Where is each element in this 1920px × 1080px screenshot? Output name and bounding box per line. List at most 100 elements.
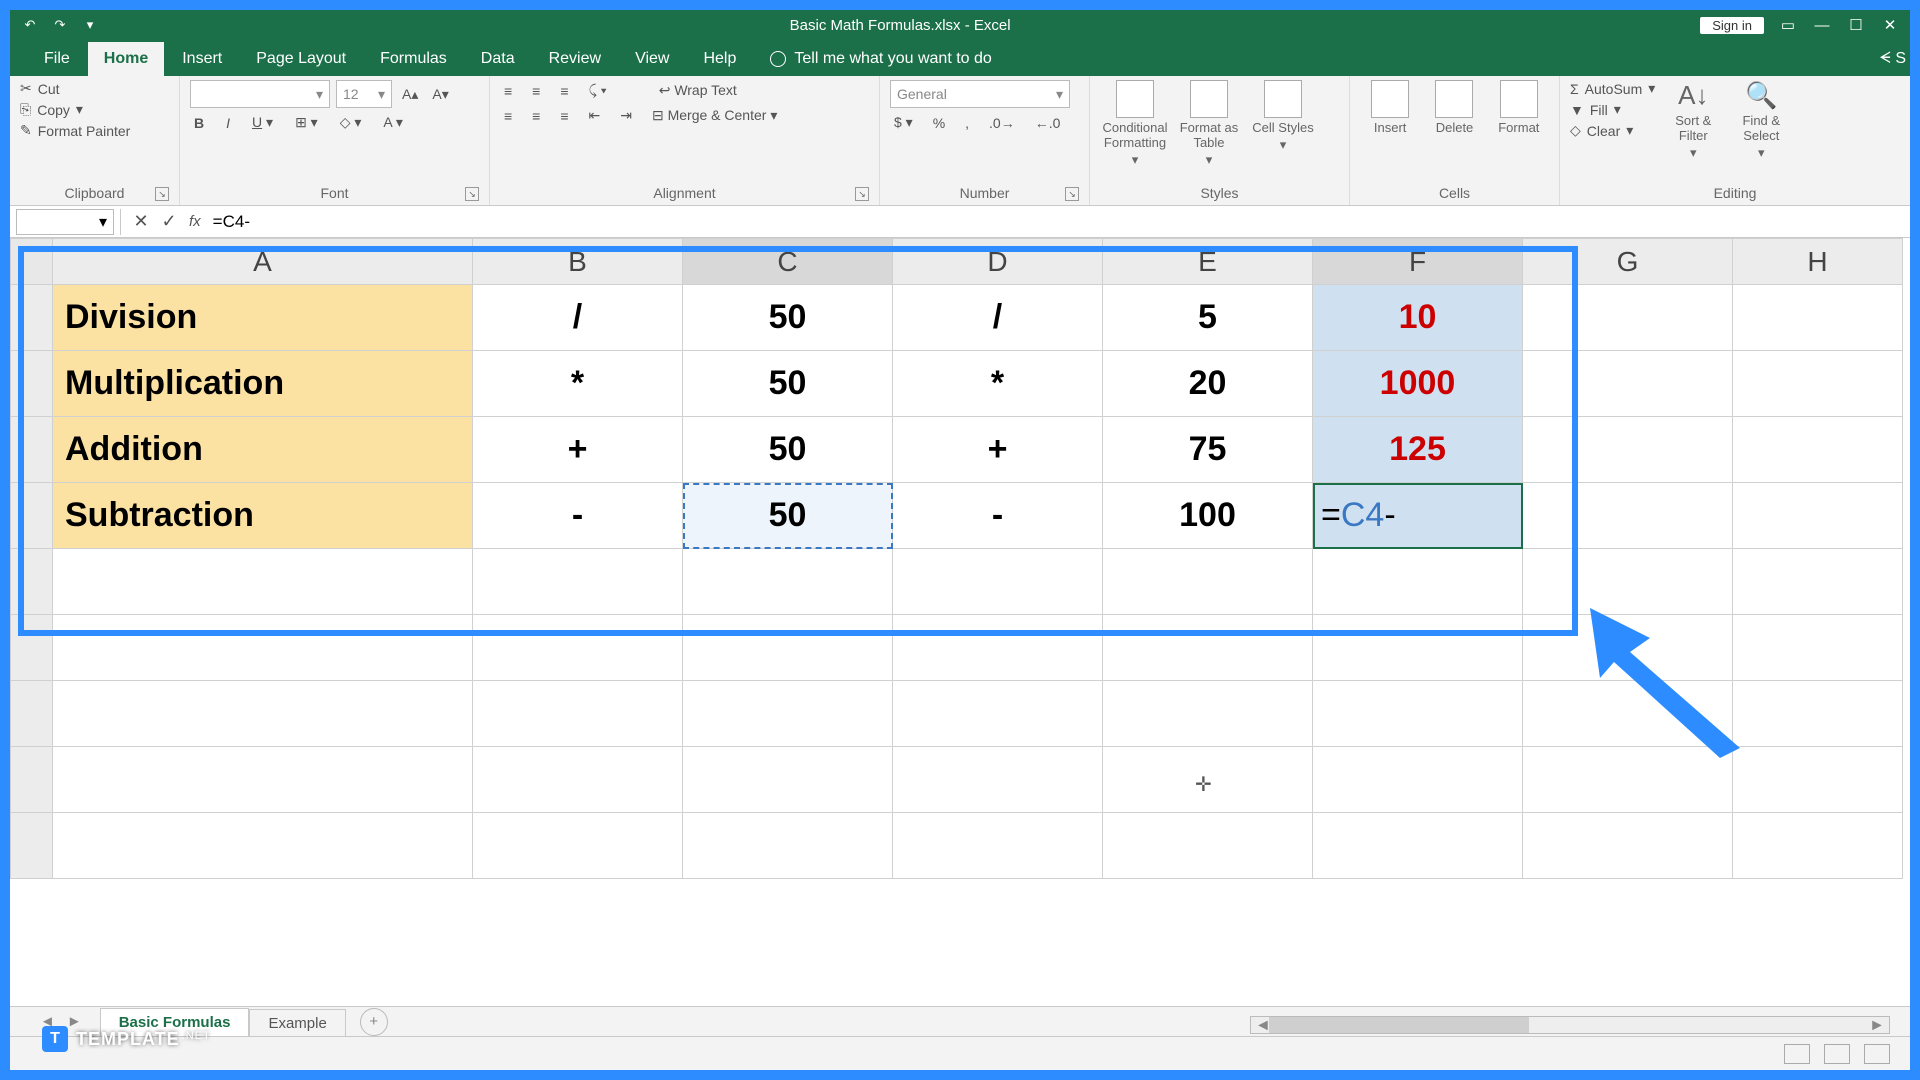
column-header-a[interactable]: A xyxy=(53,239,473,285)
cell-g2[interactable] xyxy=(1523,351,1733,417)
tab-data[interactable]: Data xyxy=(465,42,531,76)
insert-function-button[interactable]: fx xyxy=(183,213,207,230)
underline-button[interactable]: U ▾ xyxy=(248,112,277,133)
row-header[interactable] xyxy=(11,417,53,483)
accept-formula-button[interactable]: ✓ xyxy=(155,211,183,232)
cell-g3[interactable] xyxy=(1523,417,1733,483)
cell-b4[interactable]: - xyxy=(473,483,683,549)
insert-cells-button[interactable]: Insert xyxy=(1360,80,1420,135)
cell-e4[interactable]: 100 xyxy=(1103,483,1313,549)
cell-a1[interactable]: Division xyxy=(53,285,473,351)
number-format-dropdown[interactable]: General▾ xyxy=(890,80,1070,108)
comma-icon[interactable]: , xyxy=(961,113,973,133)
increase-decimal-icon[interactable]: .0→ xyxy=(985,113,1019,133)
number-launcher-icon[interactable]: ↘ xyxy=(1065,187,1079,201)
tab-page-layout[interactable]: Page Layout xyxy=(240,42,362,76)
tab-view[interactable]: View xyxy=(619,42,685,76)
merge-center-button[interactable]: ⊟ Merge & Center ▾ xyxy=(648,105,781,126)
percent-icon[interactable]: % xyxy=(929,113,949,133)
cell-c3[interactable]: 50 xyxy=(683,417,893,483)
redo-button[interactable]: ↷ xyxy=(50,15,70,35)
sign-in-button[interactable]: Sign in xyxy=(1700,17,1764,34)
minimize-button[interactable]: — xyxy=(1812,17,1832,34)
scrollbar-thumb[interactable] xyxy=(1269,1017,1529,1033)
worksheet-area[interactable]: ✛ A B C D E F G H Division / xyxy=(10,238,1910,958)
tab-file[interactable]: File xyxy=(28,42,86,76)
undo-button[interactable]: ↶ xyxy=(20,15,40,35)
align-bottom-icon[interactable]: ≡ xyxy=(556,81,572,101)
cell-g4[interactable] xyxy=(1523,483,1733,549)
cell-e3[interactable]: 75 xyxy=(1103,417,1313,483)
cell-h1[interactable] xyxy=(1733,285,1903,351)
cell-b1[interactable]: / xyxy=(473,285,683,351)
tab-help[interactable]: Help xyxy=(687,42,752,76)
clipboard-launcher-icon[interactable]: ↘ xyxy=(155,187,169,201)
cell-h3[interactable] xyxy=(1733,417,1903,483)
bold-button[interactable]: B xyxy=(190,113,208,133)
column-header-g[interactable]: G xyxy=(1523,239,1733,285)
qat-dropdown[interactable]: ▾ xyxy=(80,15,100,35)
cell-styles-button[interactable]: Cell Styles ▾ xyxy=(1248,80,1318,153)
font-color-button[interactable]: A ▾ xyxy=(379,112,406,133)
fill-color-button[interactable]: ◇ ▾ xyxy=(336,112,366,133)
cell-c1[interactable]: 50 xyxy=(683,285,893,351)
format-cells-button[interactable]: Format xyxy=(1489,80,1549,135)
format-painter-button[interactable]: ✎Format Painter xyxy=(20,122,130,139)
column-header-e[interactable]: E xyxy=(1103,239,1313,285)
cell-d2[interactable]: * xyxy=(893,351,1103,417)
font-launcher-icon[interactable]: ↘ xyxy=(465,187,479,201)
tell-me-search[interactable]: Tell me what you want to do xyxy=(754,42,1007,76)
sheet-tab-example[interactable]: Example xyxy=(249,1009,345,1037)
alignment-launcher-icon[interactable]: ↘ xyxy=(855,187,869,201)
cell-g1[interactable] xyxy=(1523,285,1733,351)
cell-d1[interactable]: / xyxy=(893,285,1103,351)
cell-h4[interactable] xyxy=(1733,483,1903,549)
delete-cells-button[interactable]: Delete xyxy=(1424,80,1484,135)
select-all-corner[interactable] xyxy=(11,239,53,285)
align-left-icon[interactable]: ≡ xyxy=(500,106,516,126)
cell-h2[interactable] xyxy=(1733,351,1903,417)
font-size-dropdown[interactable]: 12▾ xyxy=(336,80,392,108)
fill-button[interactable]: ▼Fill ▾ xyxy=(1570,101,1655,118)
cell-f4-editing[interactable]: =C4- xyxy=(1313,483,1523,549)
spreadsheet-grid[interactable]: A B C D E F G H Division / 50 / 5 10 xyxy=(10,238,1903,879)
cell-a2[interactable]: Multiplication xyxy=(53,351,473,417)
cell-b3[interactable]: + xyxy=(473,417,683,483)
decrease-font-icon[interactable]: A▾ xyxy=(428,84,452,105)
tab-review[interactable]: Review xyxy=(533,42,617,76)
column-header-f[interactable]: F xyxy=(1313,239,1523,285)
align-top-icon[interactable]: ≡ xyxy=(500,81,516,101)
border-button[interactable]: ⊞ ▾ xyxy=(291,112,322,133)
italic-button[interactable]: I xyxy=(222,113,234,133)
decrease-decimal-icon[interactable]: ←.0 xyxy=(1031,113,1065,133)
cell-c4[interactable]: 50 xyxy=(683,483,893,549)
find-select-button[interactable]: 🔍Find & Select ▾ xyxy=(1731,80,1791,161)
decrease-indent-icon[interactable]: ⇤ xyxy=(585,105,605,126)
page-break-view-icon[interactable] xyxy=(1864,1044,1890,1064)
column-header-b[interactable]: B xyxy=(473,239,683,285)
clear-button[interactable]: ◇Clear ▾ xyxy=(1570,122,1655,139)
page-layout-view-icon[interactable] xyxy=(1824,1044,1850,1064)
column-header-c[interactable]: C xyxy=(683,239,893,285)
copy-button[interactable]: ⎘Copy ▾ xyxy=(20,101,130,118)
orientation-icon[interactable]: ⤹ ▾ xyxy=(585,80,611,101)
align-right-icon[interactable]: ≡ xyxy=(556,106,572,126)
conditional-formatting-button[interactable]: Conditional Formatting ▾ xyxy=(1100,80,1170,168)
cell-b2[interactable]: * xyxy=(473,351,683,417)
sort-filter-button[interactable]: A↓Sort & Filter ▾ xyxy=(1663,80,1723,161)
cell-f3[interactable]: 125 xyxy=(1313,417,1523,483)
autosum-button[interactable]: ΣAutoSum ▾ xyxy=(1570,80,1655,97)
normal-view-icon[interactable] xyxy=(1784,1044,1810,1064)
row-header[interactable] xyxy=(11,285,53,351)
cell-a3[interactable]: Addition xyxy=(53,417,473,483)
ribbon-display-icon[interactable]: ▭ xyxy=(1778,16,1798,34)
column-header-d[interactable]: D xyxy=(893,239,1103,285)
cell-f2[interactable]: 1000 xyxy=(1313,351,1523,417)
close-button[interactable]: ✕ xyxy=(1880,16,1900,34)
cut-button[interactable]: ✂Cut xyxy=(20,80,130,97)
cell-f1[interactable]: 10 xyxy=(1313,285,1523,351)
format-as-table-button[interactable]: Format as Table ▾ xyxy=(1174,80,1244,168)
maximize-button[interactable]: ☐ xyxy=(1846,16,1866,34)
cell-d3[interactable]: + xyxy=(893,417,1103,483)
cancel-formula-button[interactable]: ✕ xyxy=(127,211,155,232)
